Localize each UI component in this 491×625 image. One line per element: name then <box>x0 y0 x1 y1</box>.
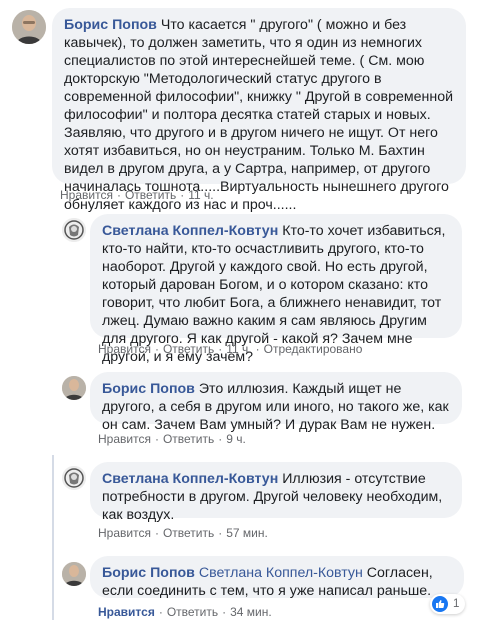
like-button[interactable]: Нравится <box>60 188 113 202</box>
reply-button[interactable]: Ответить <box>163 526 214 540</box>
comment-bubble: Светлана Коппел-Ковтун Кто-то хочет изба… <box>90 214 462 365</box>
user-photo-icon <box>62 466 86 490</box>
avatar[interactable] <box>62 562 86 586</box>
comment-thread: Борис Попов Что касается " другого" ( мо… <box>0 0 491 625</box>
reply-button[interactable]: Ответить <box>163 432 214 446</box>
like-button[interactable]: Нравится <box>98 526 151 540</box>
comment-actions: Нравится · Ответить · 11 ч. · Отредактировано <box>98 342 362 356</box>
user-photo-icon <box>62 218 86 242</box>
comment-bubble: Борис Попов Что касается " другого" ( мо… <box>52 8 466 213</box>
avatar[interactable] <box>62 466 86 490</box>
separator: · <box>255 342 260 356</box>
separator: · <box>180 188 185 202</box>
like-button[interactable]: Нравится <box>98 605 155 619</box>
comment-bubble: Борис Попов Это иллюзия. Каждый ищет не … <box>90 372 462 433</box>
comment-author[interactable]: Борис Попов <box>102 381 195 397</box>
separator: · <box>218 526 223 540</box>
edited-label[interactable]: Отредактировано <box>264 342 363 356</box>
timestamp[interactable]: 34 мин. <box>230 605 272 619</box>
separator: · <box>154 432 159 446</box>
separator: · <box>154 526 159 540</box>
comment-text: Что касается " другого" ( можно и без ка… <box>64 17 454 213</box>
separator: · <box>158 605 163 619</box>
separator: · <box>154 342 159 356</box>
thumbs-up-icon <box>432 596 448 612</box>
avatar[interactable] <box>12 10 46 44</box>
avatar[interactable] <box>62 376 86 400</box>
thread-connector <box>52 455 54 620</box>
reaction-count[interactable]: 1 <box>430 594 466 614</box>
comment-actions: Нравится · Ответить · 9 ч. <box>98 432 246 446</box>
separator: · <box>116 188 121 202</box>
comment-actions: Нравится · Ответить · 11 ч. <box>60 188 214 202</box>
reaction-number: 1 <box>453 598 460 610</box>
comment-bubble: Светлана Коппел-Ковтун Иллюзия - отсутст… <box>90 462 462 523</box>
comment-bubble: Борис Попов Светлана Коппел-Ковтун Согла… <box>90 556 464 599</box>
reply-button[interactable]: Ответить <box>125 188 176 202</box>
comment-author[interactable]: Борис Попов <box>64 17 157 33</box>
separator: · <box>218 342 223 356</box>
comment-actions: Нравится · Ответить · 57 мин. <box>98 526 268 540</box>
timestamp[interactable]: 11 ч. <box>226 342 251 356</box>
comment-author[interactable]: Светлана Коппел-Ковтун <box>102 471 278 487</box>
avatar[interactable] <box>62 218 86 242</box>
comment-author[interactable]: Борис Попов <box>102 565 195 581</box>
comment-actions: Нравится · Ответить · 34 мин. <box>98 605 272 619</box>
separator: · <box>218 432 223 446</box>
user-photo-icon <box>62 376 86 400</box>
timestamp[interactable]: 57 мин. <box>226 526 268 540</box>
separator: · <box>222 605 227 619</box>
like-button[interactable]: Нравится <box>98 432 151 446</box>
reply-button[interactable]: Ответить <box>167 605 218 619</box>
reply-mention[interactable]: Светлана Коппел-Ковтун <box>199 565 363 581</box>
timestamp[interactable]: 11 ч. <box>188 188 213 202</box>
user-photo-icon <box>62 562 86 586</box>
like-button[interactable]: Нравится <box>98 342 151 356</box>
reply-button[interactable]: Ответить <box>163 342 214 356</box>
user-photo-icon <box>12 10 46 44</box>
comment-author[interactable]: Светлана Коппел-Ковтун <box>102 223 278 239</box>
timestamp[interactable]: 9 ч. <box>226 432 246 446</box>
